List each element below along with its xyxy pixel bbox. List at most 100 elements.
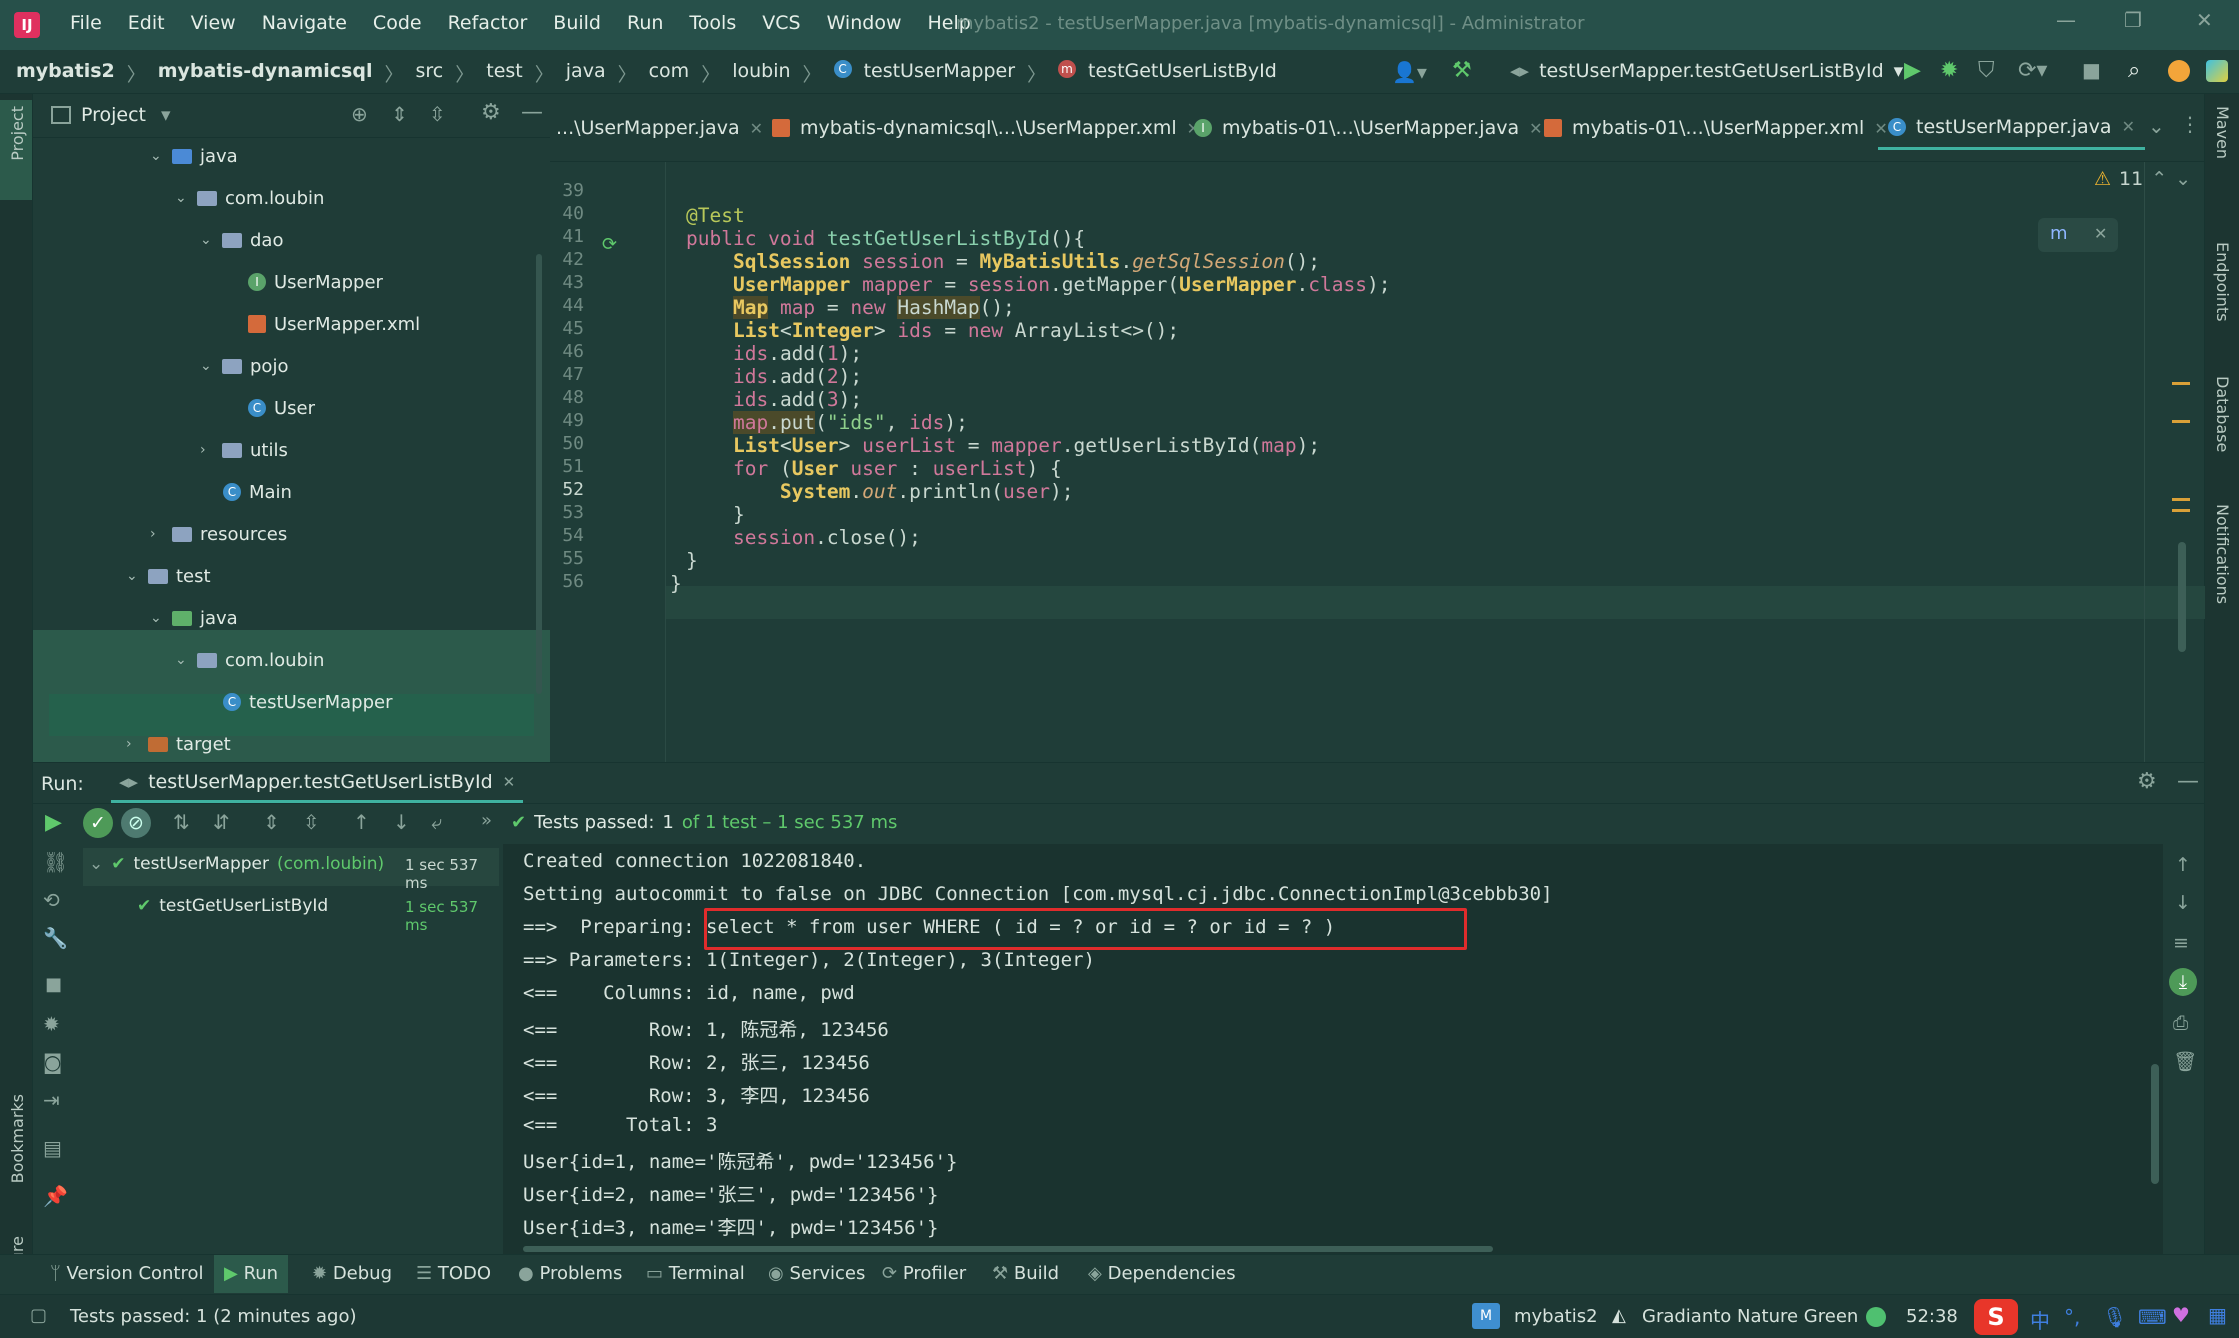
console-vscrollbar[interactable]	[2151, 1064, 2159, 1184]
expand-all-icon[interactable]: ⇕	[263, 810, 280, 834]
show-passed-icon[interactable]: ✓	[83, 808, 113, 838]
locate-icon[interactable]: ⊕	[351, 102, 368, 126]
more-icon[interactable]: »	[481, 810, 492, 831]
run-config-select[interactable]: ◂▸ testUserMapper.testGetUserListById ▾	[1510, 60, 1903, 82]
tree-item[interactable]: ⌄ com.loubin	[175, 640, 324, 680]
tree-item[interactable]: › resources	[150, 514, 287, 554]
layout-toggle-icon[interactable]: ▢	[30, 1305, 47, 1326]
tab-mybatis01-usermapper-java[interactable]: Imybatis-01\...\UserMapper.java ✕	[1194, 106, 1543, 150]
arrow-down-icon[interactable]: ↓	[2175, 892, 2191, 914]
toolwindow-todo[interactable]: ☰ TODO	[416, 1263, 491, 1284]
tree-item[interactable]: C User	[248, 388, 315, 428]
code-editor[interactable]: @Test public void testGetUserListById(){…	[665, 162, 2205, 762]
menu-item[interactable]: Edit	[128, 12, 165, 34]
maven-reload-popup[interactable]: m ✕	[2038, 218, 2118, 252]
menu-item[interactable]: File	[70, 12, 102, 34]
stop-icon[interactable]: ■	[45, 974, 62, 995]
breadcrumb-item[interactable]: test	[486, 60, 523, 87]
toolwindow-profiler[interactable]: ⟳ Profiler	[882, 1263, 966, 1284]
menu-item[interactable]: Navigate	[262, 12, 347, 34]
menu-item[interactable]: Code	[373, 12, 422, 34]
tab-testusermapper-java[interactable]: CtestUserMapper.java ✕	[1878, 106, 2145, 150]
database-stripe-label[interactable]: Database	[2213, 376, 2232, 452]
tree-item[interactable]: UserMapper.xml	[248, 304, 420, 344]
collapse-all-icon[interactable]: ⇳	[429, 102, 446, 126]
toolwindow-run[interactable]: ▶ Run	[214, 1255, 289, 1293]
menu-item[interactable]: View	[191, 12, 236, 34]
minimize-icon[interactable]: —	[2056, 8, 2076, 32]
next-test-icon[interactable]: ↓	[393, 810, 410, 834]
breadcrumb-item[interactable]: java	[566, 60, 606, 87]
tree-item[interactable]: › utils	[200, 430, 288, 470]
breadcrumb-item[interactable]: src	[416, 60, 444, 87]
project-panel-title[interactable]: Project	[81, 104, 146, 126]
punctuation-icon[interactable]: °,	[2064, 1305, 2080, 1329]
tree-item[interactable]: I UserMapper	[248, 262, 383, 302]
sort-alpha-icon[interactable]: ⇅	[173, 810, 190, 834]
breadcrumb-item[interactable]: loubin	[732, 60, 790, 87]
gear-icon[interactable]: ⚙	[2137, 769, 2157, 794]
update-icon[interactable]	[2168, 60, 2190, 82]
bookmarks-stripe-label[interactable]: Bookmarks	[8, 1094, 27, 1183]
microphone-icon[interactable]: 🎙	[2102, 1305, 2127, 1329]
menu-item[interactable]: Build	[553, 12, 601, 34]
toolwindow-debug[interactable]: ✹ Debug	[312, 1263, 392, 1284]
tab-usermapper-xml[interactable]: mybatis-dynamicsql\...\UserMapper.xml✕	[772, 106, 1200, 150]
print-icon[interactable]: ⎙	[2173, 1012, 2188, 1034]
tab-mybatis01-usermapper-xml[interactable]: mybatis-01\...\UserMapper.xml ✕	[1544, 106, 1888, 150]
run-test-gutter-icon[interactable]: ⟳	[602, 234, 617, 255]
more-icon[interactable]: ⋮	[2180, 112, 2200, 136]
tab-usermapper-java[interactable]: ...\UserMapper.java ✕	[556, 106, 763, 150]
hide-icon[interactable]: —	[521, 100, 543, 125]
keyboard-icon[interactable]: ⌨	[2138, 1305, 2167, 1329]
collapse-all-icon[interactable]: ⇳	[303, 810, 320, 834]
hammer-icon[interactable]: ⚒	[1452, 58, 1472, 83]
tree-item[interactable]: CtestUserMapper	[223, 682, 392, 722]
breadcrumb-item[interactable]: mybatis-dynamicsql	[158, 60, 373, 87]
menu-item[interactable]: Window	[827, 12, 902, 34]
chevron-down-icon[interactable]: ⌄	[2148, 114, 2165, 138]
close-window-icon[interactable]: ✕	[2196, 8, 2213, 32]
toolwindow-problems[interactable]: ● Problems	[518, 1263, 622, 1284]
editor-scrollbar[interactable]	[2178, 542, 2186, 652]
endpoints-stripe-label[interactable]: Endpoints	[2213, 242, 2232, 322]
ime-logo-icon[interactable]: S	[1974, 1299, 2018, 1335]
tree-item[interactable]: ⌄ java	[150, 598, 238, 638]
layout-icon[interactable]: ▤	[43, 1136, 62, 1160]
tree-item[interactable]: ⌄ test	[126, 556, 211, 596]
menu-item[interactable]: Run	[627, 12, 663, 34]
toolwindow-dependencies[interactable]: ◈ Dependencies	[1088, 1263, 1236, 1284]
console-output[interactable]: Created connection 1022081840. Setting a…	[503, 844, 2163, 1254]
error-stripe-mark[interactable]	[2172, 382, 2190, 385]
import-tests-icon[interactable]: ⤶	[431, 810, 442, 834]
tree-item[interactable]: ⌄ dao	[200, 220, 283, 260]
status-message[interactable]: Tests passed: 1 (2 minutes ago)	[70, 1306, 357, 1327]
wrench-icon[interactable]: 🔧	[43, 926, 68, 950]
tree-item[interactable]: › target	[126, 724, 231, 764]
pin-icon[interactable]: ⛓	[43, 850, 68, 874]
menu-item[interactable]: VCS	[762, 12, 800, 34]
stop-icon[interactable]: ■	[2082, 58, 2101, 82]
run-tab[interactable]: ◂▸ testUserMapper.testGetUserListById ✕	[111, 763, 524, 803]
exit-icon[interactable]: ⇥	[43, 1088, 60, 1112]
coverage-icon[interactable]: ⛉	[1978, 58, 1995, 83]
test-row[interactable]: ✔ testGetUserListById	[137, 896, 328, 916]
tree-item[interactable]: C Main	[223, 472, 292, 512]
error-stripe-mark[interactable]	[2172, 498, 2190, 512]
profile-icon[interactable]: ⟳▾	[2018, 58, 2047, 83]
refresh-icon[interactable]: ⟲	[43, 888, 60, 912]
toolwindow-version-control[interactable]: ᛘ Version Control	[50, 1263, 204, 1284]
restore-icon[interactable]: ❐	[2124, 8, 2142, 32]
breadcrumb-item[interactable]: testUserMapper	[864, 60, 1015, 87]
error-stripe-mark[interactable]	[2172, 420, 2190, 423]
project-scrollbar[interactable]	[536, 254, 542, 694]
debug-icon[interactable]: ✹	[1940, 58, 1958, 83]
breadcrumb-item[interactable]: testGetUserListById	[1088, 60, 1277, 87]
tree-item[interactable]: ⌄ pojo	[200, 346, 288, 386]
menu-item[interactable]: Refactor	[448, 12, 528, 34]
skin-icon[interactable]: ♥	[2172, 1303, 2190, 1327]
notifications-stripe-label[interactable]: Notifications	[2213, 504, 2232, 604]
status-project[interactable]: mybatis2	[1514, 1306, 1598, 1327]
rerun-icon[interactable]: ▶	[45, 810, 62, 835]
trash-icon[interactable]: 🗑	[2173, 1050, 2197, 1073]
